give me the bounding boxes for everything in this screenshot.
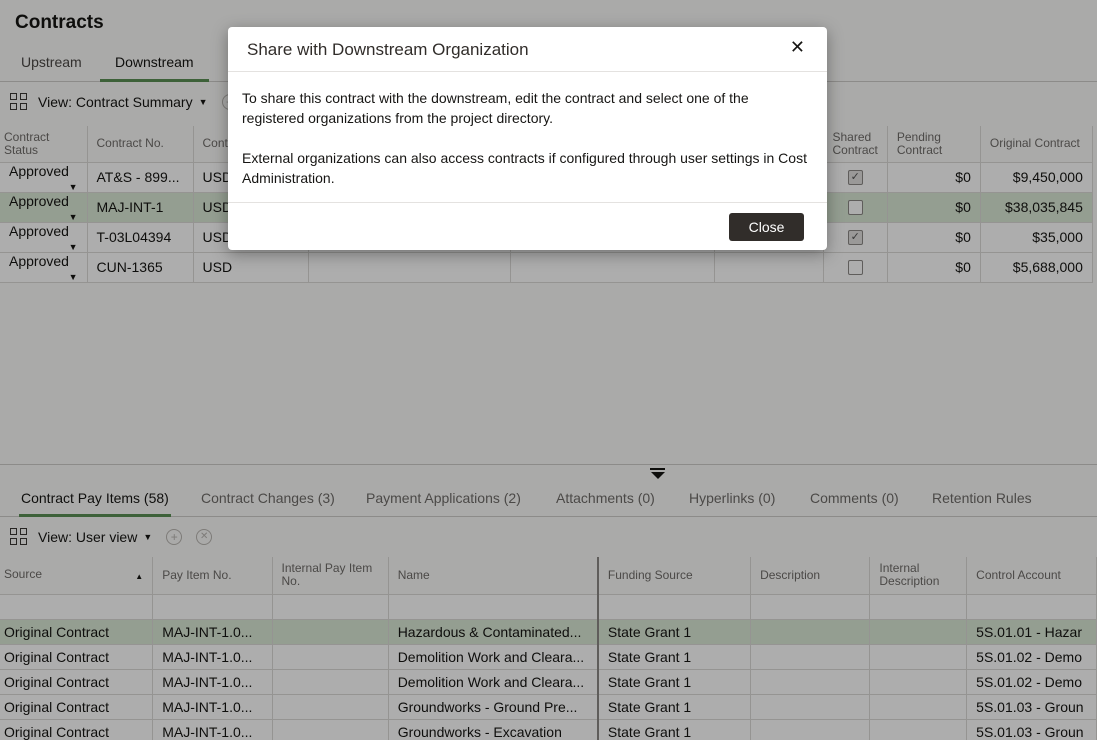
share-dialog: Share with Downstream Organization ✕ To … xyxy=(228,27,827,250)
dialog-footer: Close xyxy=(228,203,827,249)
dialog-title: Share with Downstream Organization xyxy=(247,40,529,59)
dialog-paragraph-2: External organizations can also access c… xyxy=(242,150,807,186)
dialog-header: Share with Downstream Organization ✕ xyxy=(228,27,827,72)
close-icon[interactable]: ✕ xyxy=(790,38,805,56)
dialog-body: To share this contract with the downstre… xyxy=(228,72,827,203)
close-button[interactable]: Close xyxy=(729,213,804,241)
dialog-paragraph-1: To share this contract with the downstre… xyxy=(242,90,749,126)
